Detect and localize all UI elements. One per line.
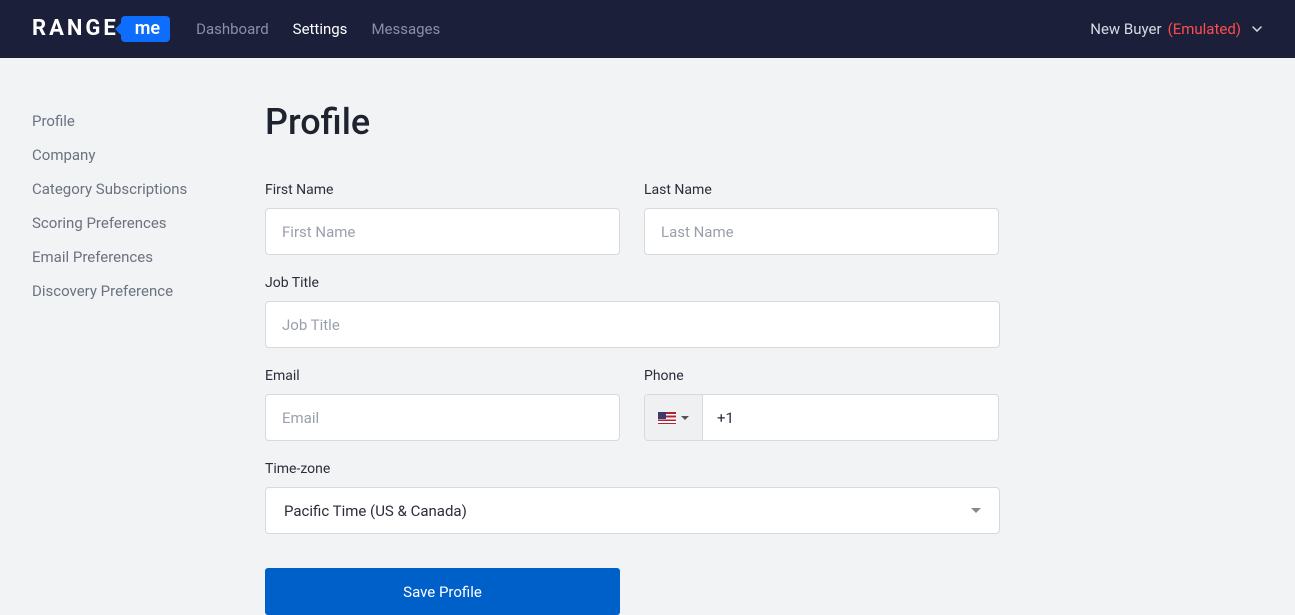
main-panel: Profile First Name Last Name Job Title E… [265,104,1000,615]
logo-text-range: RANGE [32,18,119,40]
page-title: Profile [265,104,1000,140]
chevron-down-icon [1251,23,1263,35]
first-name-group: First Name [265,182,620,255]
sidebar-item-email-preferences[interactable]: Email Preferences [32,240,265,274]
caret-down-icon [971,508,981,513]
job-title-group: Job Title [265,275,1000,348]
timezone-select[interactable]: Pacific Time (US & Canada) [265,487,1000,534]
user-status: (Emulated) [1168,20,1241,38]
nav-dashboard[interactable]: Dashboard [196,20,269,38]
content-area: Profile Company Category Subscriptions S… [0,58,1295,615]
first-name-label: First Name [265,182,620,198]
primary-nav: Dashboard Settings Messages [196,20,440,38]
settings-sidebar: Profile Company Category Subscriptions S… [32,104,265,615]
timezone-value: Pacific Time (US & Canada) [284,502,971,520]
sidebar-item-category-subscriptions[interactable]: Category Subscriptions [32,172,265,206]
phone-label: Phone [644,368,999,384]
user-name: New Buyer [1090,20,1161,38]
phone-input[interactable] [703,395,998,440]
caret-down-icon [681,416,689,420]
user-menu[interactable]: New Buyer (Emulated) [1090,20,1263,38]
email-input[interactable] [265,394,620,441]
phone-input-wrapper [644,394,999,441]
email-label: Email [265,368,620,384]
last-name-group: Last Name [644,182,999,255]
timezone-group: Time-zone Pacific Time (US & Canada) [265,461,1000,534]
phone-group: Phone [644,368,999,441]
sidebar-item-scoring-preferences[interactable]: Scoring Preferences [32,206,265,240]
sidebar-item-discovery-preference[interactable]: Discovery Preference [32,274,265,308]
sidebar-item-profile[interactable]: Profile [32,104,265,138]
first-name-input[interactable] [265,208,620,255]
sidebar-item-company[interactable]: Company [32,138,265,172]
top-header: RANGE me Dashboard Settings Messages New… [0,0,1295,58]
timezone-label: Time-zone [265,461,1000,477]
logo[interactable]: RANGE me [32,16,170,42]
nav-messages[interactable]: Messages [371,20,440,38]
job-title-input[interactable] [265,301,1000,348]
phone-country-button[interactable] [645,395,703,440]
job-title-label: Job Title [265,275,1000,291]
email-group: Email [265,368,620,441]
nav-settings[interactable]: Settings [293,20,348,38]
logo-text-me: me [121,16,170,42]
last-name-label: Last Name [644,182,999,198]
last-name-input[interactable] [644,208,999,255]
us-flag-icon [658,412,676,424]
